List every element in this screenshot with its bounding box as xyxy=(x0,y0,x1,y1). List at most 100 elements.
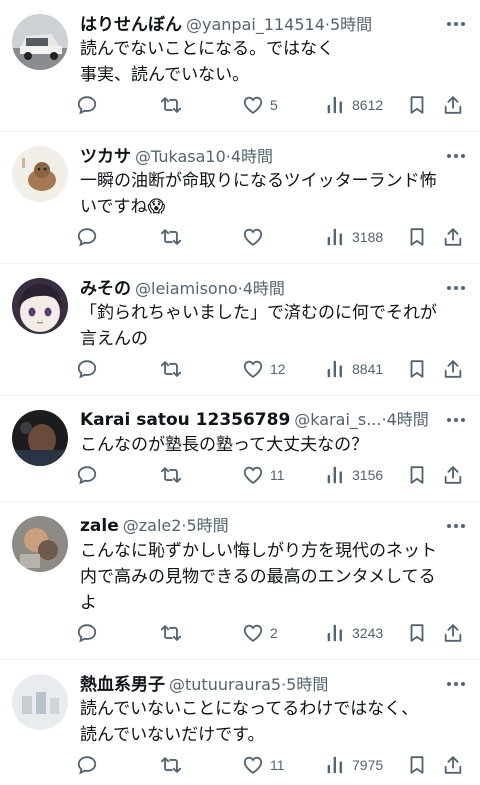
reply-button[interactable] xyxy=(76,462,98,488)
action-bar: 11 7975 xyxy=(76,752,472,778)
display-name[interactable]: はりせんぼん xyxy=(80,10,182,35)
views-button[interactable]: 3188 xyxy=(324,224,383,250)
tweet[interactable]: Karai satou 12356789 @karai_s... · 4時間 こ… xyxy=(0,396,480,502)
views-button[interactable]: 3243 xyxy=(324,620,383,646)
tweet[interactable]: みその @leiamisono · 4時間 「釣られちゃいました」で済むのに何で… xyxy=(0,264,480,396)
bookmark-button[interactable] xyxy=(406,752,428,778)
more-icon[interactable] xyxy=(444,672,468,696)
bookmark-button[interactable] xyxy=(406,224,428,250)
share-button[interactable] xyxy=(442,224,464,250)
reply-icon xyxy=(77,624,97,643)
display-name[interactable]: みその xyxy=(80,274,131,299)
more-icon[interactable] xyxy=(444,514,468,538)
timestamp[interactable]: 4時間 xyxy=(243,275,285,299)
timestamp[interactable]: 5時間 xyxy=(187,512,229,536)
retweet-button[interactable] xyxy=(160,620,182,646)
reply-icon xyxy=(77,756,97,775)
retweet-button[interactable] xyxy=(160,224,182,250)
like-button[interactable] xyxy=(242,224,270,250)
avatar[interactable] xyxy=(12,278,68,334)
tweet-header: ツカサ @Tukasa10 · 4時間 xyxy=(80,142,466,168)
tweet[interactable]: はりせんぼん @yanpai_114514 · 5時間 読んでないことになる。で… xyxy=(0,0,480,132)
user-handle[interactable]: @tutuuraura5 xyxy=(169,675,281,694)
share-button[interactable] xyxy=(442,356,464,382)
reply-button[interactable] xyxy=(76,752,98,778)
action-bar: 12 8841 xyxy=(76,356,472,382)
bookmark-icon xyxy=(410,360,424,378)
tweet[interactable]: ツカサ @Tukasa10 · 4時間 一瞬の油断が命取りになるツイッターランド… xyxy=(0,132,480,264)
bookmark-button[interactable] xyxy=(406,92,428,118)
view-count: 3156 xyxy=(352,467,384,483)
like-button[interactable]: 12 xyxy=(242,356,286,382)
timestamp[interactable]: 5時間 xyxy=(330,11,372,35)
user-handle[interactable]: @karai_s... xyxy=(294,410,381,429)
share-button[interactable] xyxy=(442,620,464,646)
user-handle[interactable]: @yanpai_114514 xyxy=(186,15,325,34)
tweet[interactable]: zale @zale2 · 5時間 こんなに恥ずかしい悔しがり方を現代のネット … xyxy=(0,502,480,660)
retweet-button[interactable] xyxy=(160,462,182,488)
avatar[interactable] xyxy=(12,516,68,572)
more-icon[interactable] xyxy=(444,276,468,300)
avatar[interactable] xyxy=(12,146,68,202)
share-button[interactable] xyxy=(442,752,464,778)
share-button[interactable] xyxy=(442,462,464,488)
retweet-button[interactable] xyxy=(160,356,182,382)
user-handle[interactable]: @zale2 xyxy=(123,516,182,535)
like-button[interactable]: 11 xyxy=(242,462,285,488)
more-icon[interactable] xyxy=(444,144,468,168)
views-icon xyxy=(327,96,342,114)
retweet-icon xyxy=(160,757,182,773)
display-name[interactable]: 熱血系男子 xyxy=(80,670,165,695)
tweet-text: 「釣られちゃいました」で済むのに何でそれが 言えんの xyxy=(80,303,437,349)
share-icon xyxy=(444,756,462,774)
bookmark-button[interactable] xyxy=(406,356,428,382)
like-button[interactable]: 2 xyxy=(242,620,278,646)
views-button[interactable]: 8841 xyxy=(324,356,383,382)
bookmark-icon xyxy=(410,96,424,114)
more-icon[interactable] xyxy=(444,12,468,36)
timestamp[interactable]: 5時間 xyxy=(286,671,328,695)
display-name[interactable]: zale xyxy=(80,516,119,536)
bookmark-icon xyxy=(410,624,424,642)
avatar[interactable] xyxy=(12,410,68,466)
view-count: 3188 xyxy=(352,229,384,245)
action-bar: 3188 xyxy=(76,224,472,250)
tweet-header: みその @leiamisono · 4時間 xyxy=(80,274,466,300)
display-name[interactable]: ツカサ xyxy=(80,142,131,167)
bookmark-button[interactable] xyxy=(406,620,428,646)
reply-button[interactable] xyxy=(76,620,98,646)
like-icon xyxy=(243,96,263,114)
timestamp[interactable]: 4時間 xyxy=(387,406,429,430)
retweet-icon xyxy=(160,625,182,641)
display-name[interactable]: Karai satou 12356789 xyxy=(80,410,290,430)
share-button[interactable] xyxy=(442,92,464,118)
more-icon[interactable] xyxy=(444,408,468,432)
reply-button[interactable] xyxy=(76,224,98,250)
reply-button[interactable] xyxy=(76,356,98,382)
user-handle[interactable]: @leiamisono xyxy=(135,279,238,298)
like-icon xyxy=(243,360,263,378)
bookmark-button[interactable] xyxy=(406,462,428,488)
reply-icon xyxy=(77,360,97,379)
views-icon xyxy=(327,756,342,774)
like-icon xyxy=(243,624,263,642)
like-count: 12 xyxy=(270,361,286,377)
views-button[interactable]: 3156 xyxy=(324,462,383,488)
like-button[interactable]: 11 xyxy=(242,752,285,778)
views-button[interactable]: 7975 xyxy=(324,752,383,778)
user-handle[interactable]: @Tukasa10 xyxy=(135,147,226,166)
retweet-button[interactable] xyxy=(160,752,182,778)
tweet-text: こんなのが塾長の塾って大丈夫なの？ xyxy=(80,435,369,455)
reply-button[interactable] xyxy=(76,92,98,118)
avatar[interactable] xyxy=(12,14,68,70)
views-button[interactable]: 8612 xyxy=(324,92,383,118)
like-button[interactable]: 5 xyxy=(242,92,278,118)
share-icon xyxy=(444,360,462,378)
action-bar: 11 3156 xyxy=(76,462,472,488)
tweet[interactable]: 熱血系男子 @tutuuraura5 · 5時間 読んでいないことになってるわけ… xyxy=(0,660,480,785)
like-icon xyxy=(243,756,263,774)
timestamp[interactable]: 4時間 xyxy=(231,143,273,167)
avatar[interactable] xyxy=(12,674,68,730)
retweet-button[interactable] xyxy=(160,92,182,118)
tweet-text: 読んでいないことになってるわけではなく、 読んでいないだけです。 xyxy=(80,699,419,745)
